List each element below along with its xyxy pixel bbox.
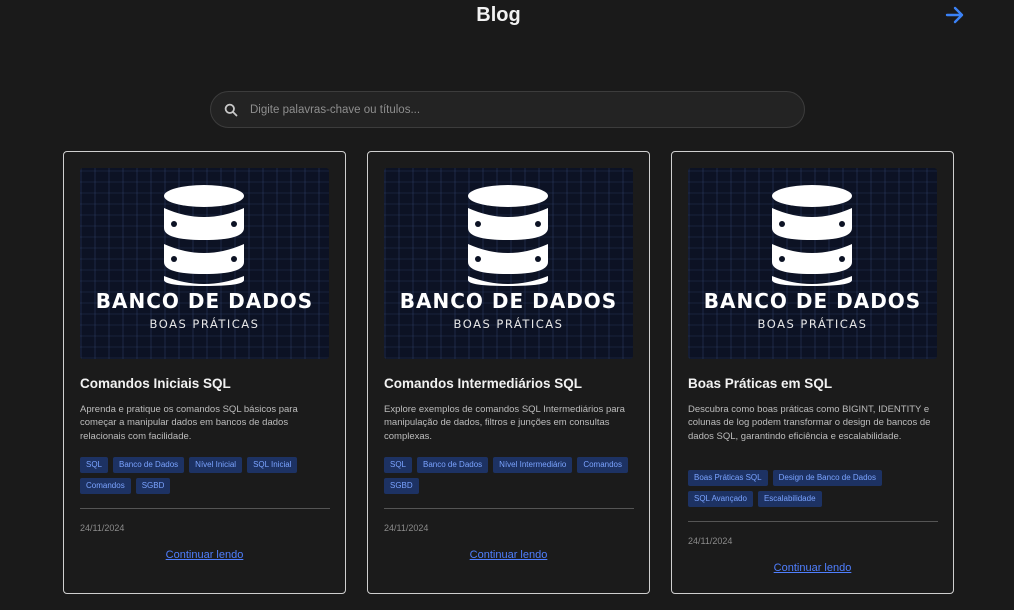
database-icon: [164, 185, 244, 286]
tag[interactable]: SQL: [80, 457, 109, 473]
card-image: BANCO DE DADOS BOAS PRÁTICAS: [384, 168, 633, 359]
continue-reading-link[interactable]: Continuar lendo: [368, 549, 649, 561]
tag[interactable]: Design de Banco de Dados: [772, 470, 882, 486]
tag[interactable]: SGBD: [384, 478, 419, 494]
image-subtitle: BOAS PRÁTICAS: [453, 317, 564, 331]
tag[interactable]: Escalabilidade: [757, 491, 822, 507]
post-date: 24/11/2024: [80, 523, 125, 533]
post-date: 24/11/2024: [384, 523, 429, 533]
card-description: Descubra como boas práticas como BIGINT,…: [688, 404, 931, 442]
tag-list: SQL Banco de Dados Nível Intermediário C…: [384, 457, 634, 494]
divider: [384, 508, 634, 509]
image-title: BANCO DE DADOS: [95, 289, 314, 313]
image-title: BANCO DE DADOS: [399, 289, 618, 313]
card-title[interactable]: Comandos Intermediários SQL: [384, 376, 634, 391]
post-date: 24/11/2024: [688, 536, 733, 546]
search-input[interactable]: [248, 102, 804, 117]
card-description: Explore exemplos de comandos SQL Interme…: [384, 404, 625, 442]
card-title[interactable]: Boas Práticas em SQL: [688, 376, 938, 391]
arrow-right-icon[interactable]: [942, 4, 968, 26]
database-icon: [772, 185, 852, 286]
continue-reading-link[interactable]: Continuar lendo: [672, 562, 953, 574]
card-image: BANCO DE DADOS BOAS PRÁTICAS: [688, 168, 937, 359]
tag[interactable]: SQL Inicial: [247, 457, 298, 473]
card-image: BANCO DE DADOS BOAS PRÁTICAS: [80, 168, 329, 359]
tag[interactable]: SQL: [384, 457, 413, 473]
divider: [80, 508, 330, 509]
image-subtitle: BOAS PRÁTICAS: [757, 317, 868, 331]
card-title[interactable]: Comandos Iniciais SQL: [80, 376, 330, 391]
image-title: BANCO DE DADOS: [703, 289, 922, 313]
tag[interactable]: Nível Inicial: [189, 457, 243, 473]
tag[interactable]: Banco de Dados: [417, 457, 489, 473]
tag[interactable]: Banco de Dados: [113, 457, 185, 473]
continue-reading-link[interactable]: Continuar lendo: [64, 549, 345, 561]
page-header: Blog: [0, 0, 1014, 34]
search-icon: [224, 103, 238, 117]
tag-list: Boas Práticas SQL Design de Banco de Dad…: [688, 470, 938, 507]
tag[interactable]: Boas Práticas SQL: [688, 470, 768, 486]
blog-card: BANCO DE DADOS BOAS PRÁTICAS Comandos In…: [367, 151, 650, 594]
blog-card: BANCO DE DADOS BOAS PRÁTICAS Boas Prátic…: [671, 151, 954, 594]
search-bar: [210, 91, 805, 128]
divider: [688, 521, 938, 522]
database-icon: [468, 185, 548, 286]
tag[interactable]: Comandos: [577, 457, 628, 473]
tag[interactable]: SGBD: [135, 478, 171, 494]
card-description: Aprenda e pratique os comandos SQL básic…: [80, 404, 298, 442]
tag[interactable]: SQL Avançado: [688, 491, 753, 507]
image-subtitle: BOAS PRÁTICAS: [149, 317, 260, 331]
tag[interactable]: Nível Intermediário: [493, 457, 573, 473]
blog-card: BANCO DE DADOS BOAS PRÁTICAS Comandos In…: [63, 151, 346, 594]
tag-list: SQL Banco de Dados Nível Inicial SQL Ini…: [80, 457, 330, 494]
page-title: Blog: [476, 4, 521, 26]
tag[interactable]: Comandos: [80, 478, 131, 494]
